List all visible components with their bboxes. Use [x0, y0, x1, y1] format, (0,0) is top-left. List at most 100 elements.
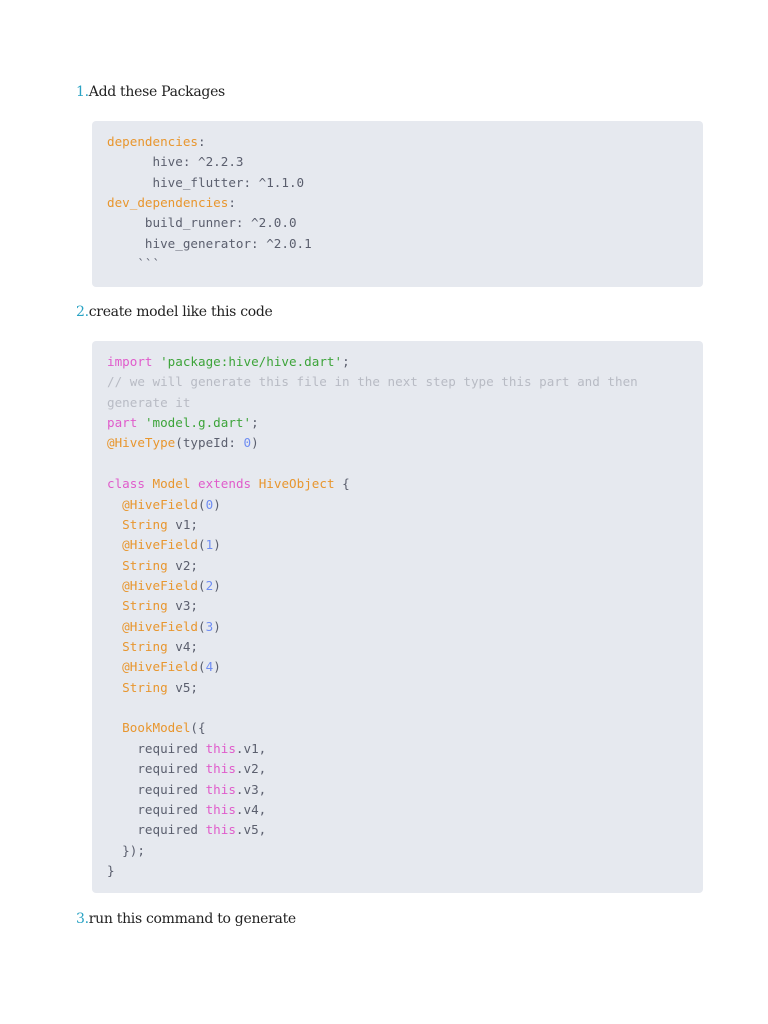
- code-token: (typeId:: [175, 435, 244, 451]
- code-token: {: [334, 476, 350, 492]
- code-token: .v2,: [235, 761, 267, 777]
- code-line: required this.v2,: [107, 759, 703, 779]
- code-token: (: [198, 618, 206, 634]
- code-token: required: [107, 822, 206, 838]
- code-line: @HiveField(2): [107, 576, 703, 596]
- code-line: required this.v1,: [107, 739, 703, 759]
- code-token: ;: [342, 354, 350, 369]
- code-token: ): [251, 435, 259, 451]
- code-token: v2;: [167, 557, 199, 573]
- code-token: }: [107, 862, 115, 878]
- code-token: this: [205, 822, 236, 838]
- code-line: String v3;: [107, 596, 703, 616]
- code-token: @HiveField: [122, 618, 198, 634]
- code-token: (: [198, 577, 206, 593]
- code-line: build_runner: ^2.0.0: [107, 213, 703, 233]
- step-3-heading: 3.run this command to generate: [76, 911, 296, 927]
- step-1-heading: 1.Add these Packages: [76, 84, 225, 100]
- code-token: });: [107, 842, 145, 858]
- code-block-model: import 'package:hive/hive.dart'; // we wi…: [92, 341, 703, 893]
- code-token: HiveObject: [258, 476, 335, 492]
- step-number: 1.: [76, 84, 89, 100]
- code-token: @HiveField: [122, 537, 198, 553]
- code-token: ```: [107, 256, 161, 272]
- code-token: .v4,: [235, 801, 267, 817]
- code-token: class: [107, 476, 145, 492]
- code-token: v5;: [167, 679, 199, 695]
- code-line: @HiveField(3): [107, 617, 703, 637]
- code-line: @HiveField(1): [107, 535, 703, 555]
- code-line: BookModel({: [107, 718, 703, 738]
- code-line: dev_dependencies:: [107, 193, 703, 213]
- code-token: String: [122, 679, 168, 695]
- code-token: this: [205, 801, 236, 817]
- code-token: this: [205, 761, 236, 777]
- code-line: @HiveField(4): [107, 657, 703, 677]
- code-token: required: [107, 801, 206, 817]
- code-token: :: [228, 195, 236, 211]
- code-token: v1;: [167, 516, 199, 532]
- code-token: this: [205, 740, 236, 756]
- code-line: required this.v4,: [107, 800, 703, 820]
- code-token: ({: [190, 720, 206, 736]
- code-token: v3;: [167, 598, 199, 614]
- code-line: import 'package:hive/hive.dart';: [107, 352, 703, 372]
- step-number: 2.: [76, 304, 89, 320]
- code-token: String: [122, 639, 168, 655]
- code-token: (: [198, 537, 206, 553]
- code-line: required this.v3,: [107, 780, 703, 800]
- code-token: build_runner: ^2.0.0: [107, 215, 297, 231]
- code-token: Model: [152, 476, 191, 492]
- code-token: String: [122, 598, 168, 614]
- code-token: ): [213, 537, 221, 553]
- code-line: hive_flutter: ^1.1.0: [107, 173, 703, 193]
- code-token: 'model.g.dart': [144, 415, 252, 431]
- code-line: @HiveType(typeId: 0): [107, 433, 703, 453]
- code-line: hive_generator: ^2.0.1: [107, 234, 703, 254]
- code-token: ): [213, 659, 221, 675]
- code-token: import: [107, 354, 153, 369]
- code-block-dependencies: dependencies: hive: ^2.2.3 hive_flutter:…: [92, 121, 703, 287]
- code-token: String: [122, 516, 168, 532]
- code-token: (: [198, 496, 206, 512]
- code-token: required: [107, 781, 206, 797]
- code-token: (: [198, 659, 206, 675]
- code-token: .v1,: [235, 740, 267, 756]
- code-line: String v4;: [107, 637, 703, 657]
- code-line: String v1;: [107, 515, 703, 535]
- code-line: });: [107, 841, 703, 861]
- code-token: @HiveType: [107, 435, 176, 451]
- code-line: required this.v5,: [107, 820, 703, 840]
- code-token: @HiveField: [122, 496, 198, 512]
- code-token: part: [107, 415, 138, 431]
- code-line: // we will generate this file in the nex…: [107, 372, 703, 392]
- code-token: :: [198, 134, 206, 149]
- code-token: this: [205, 781, 236, 797]
- code-token: BookModel: [122, 720, 191, 736]
- code-token: hive_generator: ^2.0.1: [107, 235, 312, 251]
- code-line: String v2;: [107, 556, 703, 576]
- code-line: }: [107, 861, 703, 881]
- code-token: ): [213, 577, 221, 593]
- code-token: @HiveField: [122, 659, 198, 675]
- code-token: dependencies: [107, 134, 198, 149]
- code-line: hive: ^2.2.3: [107, 152, 703, 172]
- code-token: .v3,: [235, 781, 267, 797]
- code-token: ;: [251, 415, 259, 431]
- code-line: ```: [107, 254, 703, 274]
- code-token: v4;: [167, 639, 199, 655]
